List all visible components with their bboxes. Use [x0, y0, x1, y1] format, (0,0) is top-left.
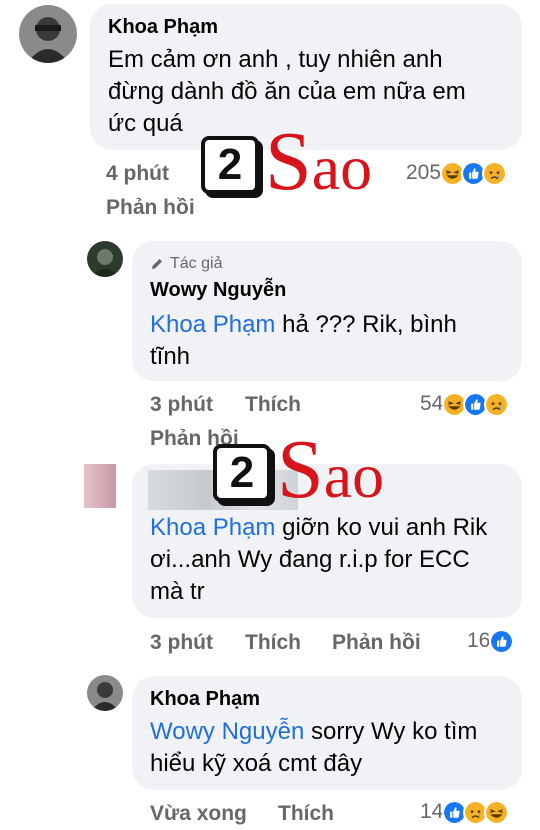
- comment-bubble: Tác giả Wowy Nguyễn Khoa Phạm hả ??? Rik…: [132, 241, 522, 381]
- like-button[interactable]: Thích: [245, 631, 301, 655]
- like-button[interactable]: Thích: [245, 393, 301, 417]
- watermark-brand: Sao: [277, 423, 385, 516]
- watermark-brand: Sao: [265, 115, 373, 208]
- avatar[interactable]: [87, 675, 123, 711]
- comment-author[interactable]: Wowy Nguyễn: [150, 279, 286, 302]
- reaction-summary[interactable]: 54: [420, 389, 510, 419]
- comment-bubble: Khoa Phạm Wowy Nguyễn sorry Wy ko tìm hi…: [132, 676, 522, 790]
- reaction-summary[interactable]: 14: [420, 797, 510, 827]
- comment-time: 3 phút: [150, 393, 213, 416]
- comment-time: Vừa xong: [150, 802, 247, 825]
- comment-actions: 3 phút Thích Phản hồi: [150, 631, 450, 661]
- reaction-count: 16: [467, 629, 491, 652]
- avatar[interactable]: [19, 5, 77, 63]
- comment-text: Wowy Nguyễn sorry Wy ko tìm hiểu kỹ xoá …: [150, 716, 500, 780]
- comment-time: 3 phút: [150, 631, 213, 654]
- comment-author[interactable]: Khoa Phạm: [108, 16, 218, 39]
- mention-link[interactable]: Khoa Phạm: [150, 514, 275, 541]
- like-button[interactable]: Thích: [278, 802, 334, 826]
- reaction-summary[interactable]: 16: [467, 626, 515, 656]
- haha-icon: [484, 799, 510, 825]
- sad-icon: [484, 391, 510, 417]
- mention-link[interactable]: Wowy Nguyễn: [150, 718, 304, 745]
- avatar[interactable]: [87, 241, 123, 277]
- comment-actions: Vừa xong Thích: [150, 802, 410, 830]
- reply-button[interactable]: Phản hồi: [332, 631, 421, 655]
- reaction-count: 14: [420, 800, 444, 823]
- reaction-summary[interactable]: 205: [406, 158, 508, 188]
- comment-author[interactable]: Khoa Phạm: [150, 688, 260, 711]
- like-icon: [489, 628, 515, 654]
- blurred-avatar: [84, 464, 116, 508]
- author-badge: Tác giả: [150, 255, 222, 273]
- author-badge-label: Tác giả: [170, 255, 223, 272]
- watermark-logo: 2 Sao: [213, 423, 385, 516]
- mention-link[interactable]: Khoa Phạm: [150, 311, 275, 338]
- watermark-logo: 2 Sao: [201, 115, 373, 208]
- reaction-count: 54: [420, 392, 444, 415]
- sad-icon: [482, 160, 508, 186]
- comment-text: Khoa Phạm hả ??? Rik, bình tĩnh: [150, 309, 500, 373]
- comment-time: 4 phút: [106, 162, 169, 185]
- watermark-number: 2: [201, 136, 259, 194]
- watermark-number: 2: [213, 444, 271, 502]
- reaction-count: 205: [406, 161, 442, 184]
- reply-button[interactable]: Phản hồi: [106, 196, 195, 220]
- pencil-icon: [152, 259, 162, 269]
- comment-text: Khoa Phạm giỡn ko vui anh Rik ơi...anh W…: [150, 512, 500, 608]
